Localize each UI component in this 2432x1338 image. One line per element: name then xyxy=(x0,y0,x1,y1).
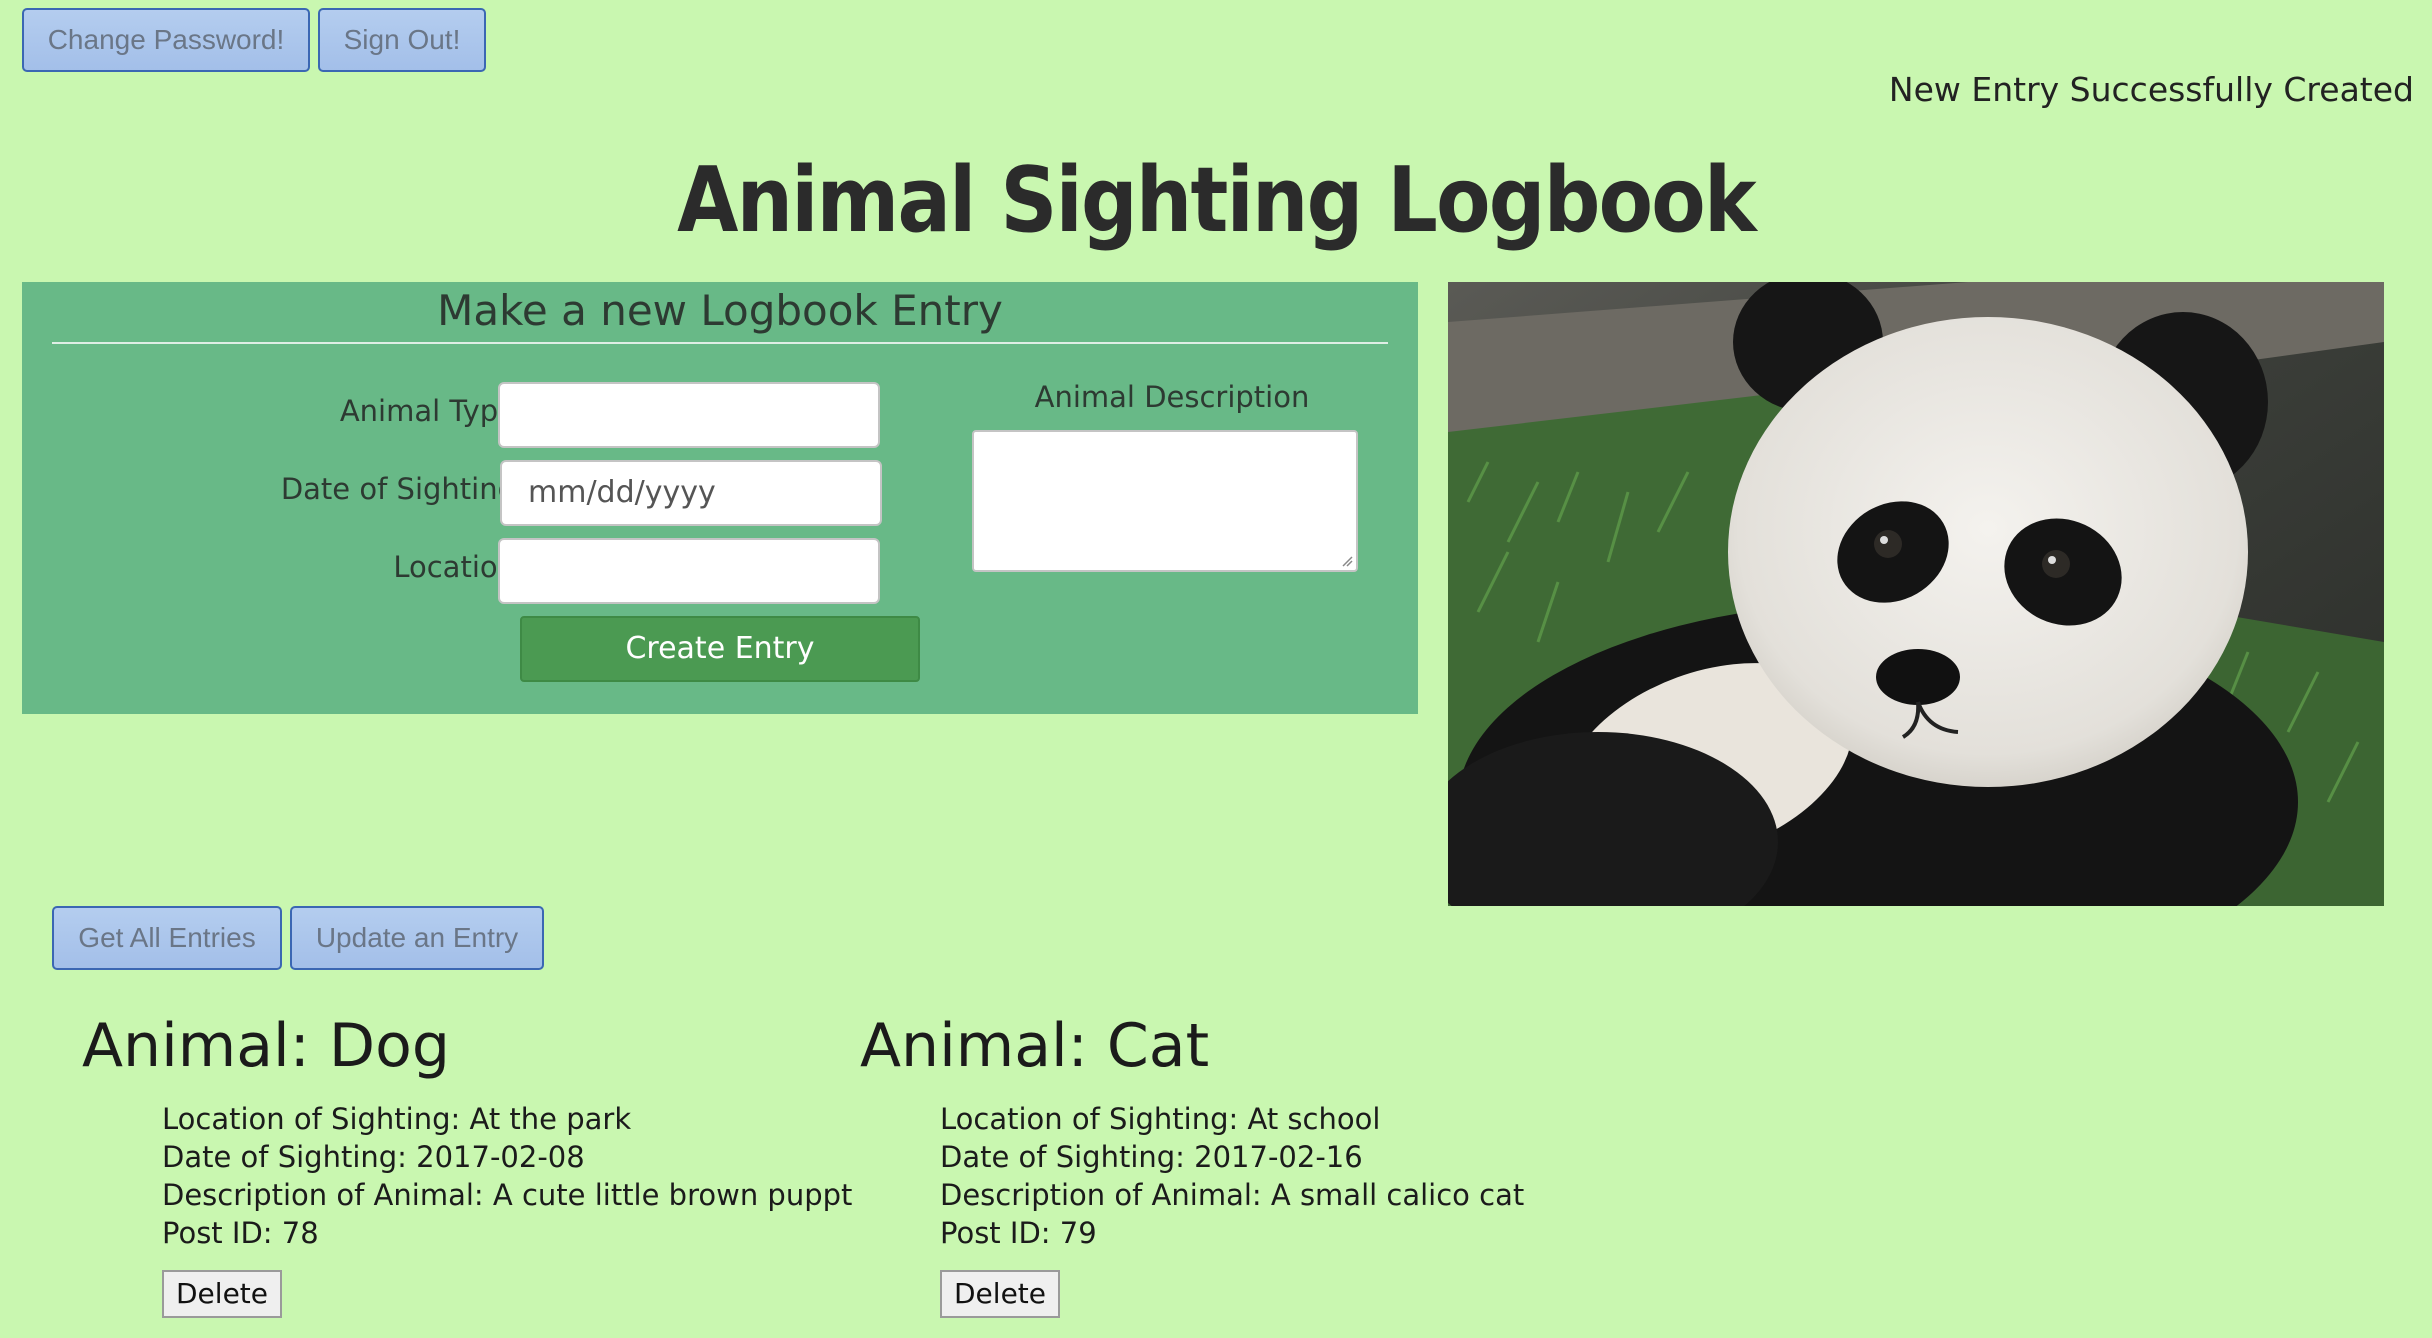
entry-post-id: Post ID: 79 xyxy=(940,1216,1097,1250)
entry-details: Location of Sighting: At the park Date o… xyxy=(162,1100,852,1252)
entry-description: Description of Animal: A small calico ca… xyxy=(940,1178,1525,1212)
delete-button[interactable]: Delete xyxy=(162,1270,282,1318)
location-label: Location xyxy=(393,550,516,584)
entry-card: Animal: Cat Location of Sighting: At sch… xyxy=(860,1004,1524,1318)
animal-description-label: Animal Description xyxy=(1034,380,1310,414)
location-input[interactable] xyxy=(498,538,880,604)
animal-type-input[interactable] xyxy=(498,382,880,448)
entry-location: Location of Sighting: At school xyxy=(940,1102,1381,1136)
entry-post-id: Post ID: 78 xyxy=(162,1216,319,1250)
update-entry-button[interactable]: Update an Entry xyxy=(290,906,544,970)
create-entry-button[interactable]: Create Entry xyxy=(520,616,920,682)
page-title: Animal Sighting Logbook xyxy=(677,148,1756,253)
new-entry-form: Make a new Logbook Entry Animal Type Dat… xyxy=(22,282,1418,714)
animal-description-textarea[interactable] xyxy=(972,430,1358,572)
change-password-button[interactable]: Change Password! xyxy=(22,8,310,72)
entry-location: Location of Sighting: At the park xyxy=(162,1102,632,1136)
entry-date: Date of Sighting: 2017-02-16 xyxy=(940,1140,1363,1174)
get-all-entries-button[interactable]: Get All Entries xyxy=(52,906,282,970)
entry-title: Animal: Dog xyxy=(82,1011,450,1081)
entry-date: Date of Sighting: 2017-02-08 xyxy=(162,1140,585,1174)
entry-card: Animal: Dog Location of Sighting: At the… xyxy=(82,1004,852,1318)
date-of-sighting-input[interactable]: mm/dd/yyyy xyxy=(500,460,882,526)
entry-description: Description of Animal: A cute little bro… xyxy=(162,1178,853,1212)
date-of-sighting-label: Date of Sighting xyxy=(280,472,516,506)
panda-image xyxy=(1448,282,2384,906)
delete-button[interactable]: Delete xyxy=(940,1270,1060,1318)
form-heading: Make a new Logbook Entry xyxy=(52,282,1388,344)
animal-type-label: Animal Type xyxy=(339,394,516,428)
status-message: New Entry Successfully Created xyxy=(1888,70,2414,109)
entry-title: Animal: Cat xyxy=(860,1011,1210,1081)
entry-details: Location of Sighting: At school Date of … xyxy=(940,1100,1524,1252)
resize-grip-icon[interactable] xyxy=(1341,555,1353,567)
sign-out-button[interactable]: Sign Out! xyxy=(318,8,486,72)
